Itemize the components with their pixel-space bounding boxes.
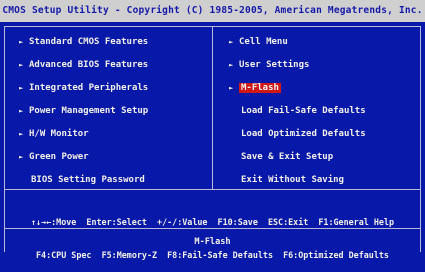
arrow-icon: ► [19, 61, 24, 69]
menu-load-fail-safe-defaults[interactable]: Load Fail-Safe Defaults [241, 103, 366, 119]
menu-item-label: Advanced BIOS Features [29, 60, 149, 70]
title-bar: CMOS Setup Utility - Copyright (C) 1985-… [0, 0, 425, 22]
menu-item-label: M-Flash [239, 83, 281, 93]
window-title: CMOS Setup Utility - Copyright (C) 1985-… [2, 5, 423, 16]
menu-item-label: Green Power [29, 152, 89, 162]
menu-green-power[interactable]: ► Green Power [19, 149, 89, 165]
menu-hw-monitor[interactable]: ► H/W Monitor [19, 126, 89, 142]
arrow-icon: ► [229, 84, 234, 92]
menu-exit-without-saving[interactable]: Exit Without Saving [241, 172, 344, 188]
menu-save-exit-setup[interactable]: Save & Exit Setup [241, 149, 333, 165]
center-divider [212, 26, 213, 189]
menu-item-label: Exit Without Saving [241, 175, 344, 185]
help-divider-top [4, 189, 421, 190]
arrow-icon: ► [19, 38, 24, 46]
arrow-icon: ► [229, 38, 234, 46]
menu-load-optimized-defaults[interactable]: Load Optimized Defaults [241, 126, 366, 142]
menu-user-settings[interactable]: ► User Settings [229, 57, 309, 73]
menu-item-label: Cell Menu [239, 37, 288, 47]
menu-item-label: BIOS Setting Password [31, 175, 145, 185]
menu-integrated-peripherals[interactable]: ► Integrated Peripherals [19, 80, 148, 96]
menu-item-label: H/W Monitor [29, 129, 89, 139]
menu-item-label: Integrated Peripherals [29, 83, 149, 93]
menu-cell-menu[interactable]: ► Cell Menu [229, 34, 288, 50]
menu-item-label: Power Management Setup [29, 106, 149, 116]
menu-standard-cmos-features[interactable]: ► Standard CMOS Features [19, 34, 148, 50]
menu-item-label: User Settings [239, 60, 310, 70]
arrow-icon: ► [19, 153, 24, 161]
status-text: M-Flash [194, 237, 231, 247]
menu-item-label: Standard CMOS Features [29, 37, 149, 47]
arrow-icon: ► [229, 61, 234, 69]
arrow-icon: ► [19, 107, 24, 115]
menu-bios-setting-password[interactable]: BIOS Setting Password [31, 172, 145, 188]
status-bar: M-Flash [0, 232, 425, 252]
arrow-icon: ► [19, 130, 24, 138]
menu-item-label: Save & Exit Setup [241, 152, 334, 162]
arrow-icon: ► [19, 84, 24, 92]
menu-power-management-setup[interactable]: ► Power Management Setup [19, 103, 148, 119]
menu-item-label: Load Optimized Defaults [241, 129, 366, 139]
menu-item-label: Load Fail-Safe Defaults [241, 106, 366, 116]
key-help-line-1: ↑↓→←:Move Enter:Select +/-/:Value F10:Sa… [30, 217, 395, 227]
menu-advanced-bios-features[interactable]: ► Advanced BIOS Features [19, 57, 148, 73]
menu-m-flash[interactable]: ► M-Flash [229, 80, 281, 96]
